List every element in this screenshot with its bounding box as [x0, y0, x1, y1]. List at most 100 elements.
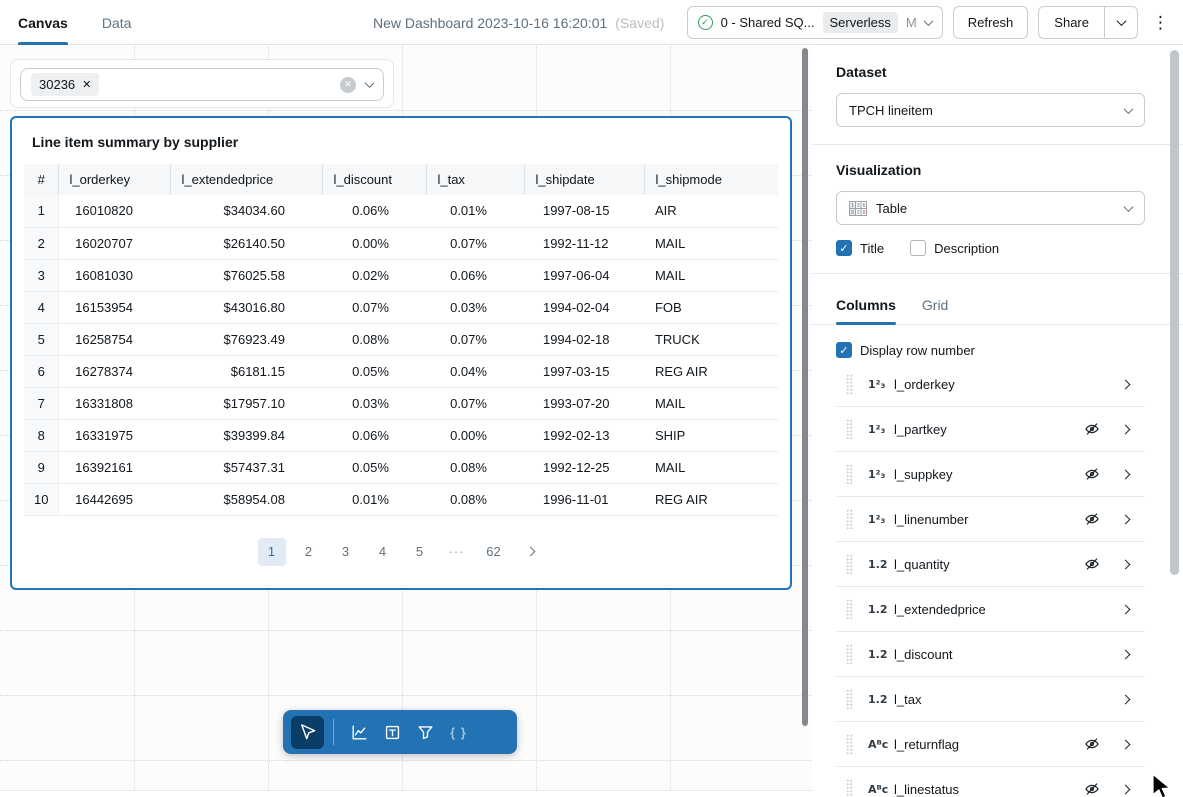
col-header-shipmode[interactable]: l_shipmode [645, 164, 778, 195]
canvas-scrollbar[interactable] [802, 48, 808, 726]
drag-handle-icon[interactable] [846, 599, 853, 619]
clear-all-icon[interactable]: ✕ [340, 77, 356, 93]
panel-tabs: Columns Grid [812, 291, 1183, 325]
tab-grid[interactable]: Grid [922, 291, 948, 324]
column-item-l_linestatus[interactable]: Aᴮᴄl_linestatus [836, 767, 1145, 797]
column-item-l_linenumber[interactable]: 1²₃l_linenumber [836, 497, 1145, 542]
tab-data[interactable]: Data [102, 0, 132, 45]
col-header-orderkey[interactable]: l_orderkey [59, 164, 171, 195]
warehouse-selector[interactable]: ✓ 0 - Shared SQ... Serverless M [687, 6, 943, 39]
refresh-button[interactable]: Refresh [953, 6, 1029, 39]
table-row: 816331975$39399.840.06%0.00%1992-02-13SH… [24, 419, 778, 451]
drag-handle-icon[interactable] [846, 464, 853, 484]
visibility-hidden-icon[interactable] [1084, 736, 1100, 752]
dataset-value: TPCH lineitem [849, 103, 933, 118]
share-button-group: Share [1038, 6, 1138, 39]
visibility-hidden-icon[interactable] [1084, 556, 1100, 572]
col-header-shipdate[interactable]: l_shipdate [525, 164, 645, 195]
add-text-button[interactable] [376, 716, 409, 749]
col-header-extendedprice[interactable]: l_extendedprice [171, 164, 323, 195]
drag-handle-icon[interactable] [846, 689, 853, 709]
chevron-right-icon[interactable] [1121, 649, 1131, 659]
column-item-l_suppkey[interactable]: 1²₃l_suppkey [836, 452, 1145, 497]
visualization-select[interactable]: 1 3 6 5 2 8 Table [836, 191, 1145, 225]
visibility-hidden-icon[interactable] [1084, 511, 1100, 527]
window-scrollbar-thumb[interactable] [1170, 50, 1179, 575]
col-header-tax[interactable]: l_tax [427, 164, 525, 195]
chevron-right-icon[interactable] [1121, 694, 1131, 704]
dashboard-title[interactable]: New Dashboard 2023-10-16 16:20:01 [373, 15, 607, 31]
chevron-right-icon[interactable] [1121, 739, 1131, 749]
chip-remove-icon[interactable]: ✕ [82, 78, 91, 91]
cell-l_tax: 0.03% [427, 291, 525, 323]
display-row-number-label: Display row number [860, 343, 975, 358]
chevron-right-icon[interactable] [1121, 514, 1131, 524]
cursor-icon [298, 722, 318, 742]
column-item-l_quantity[interactable]: 1.2l_quantity [836, 542, 1145, 587]
columns-list: 1²₃l_orderkey1²₃l_partkey1²₃l_suppkey1²₃… [836, 362, 1145, 797]
drag-handle-icon[interactable] [846, 734, 853, 754]
pagination-ellipsis: ··· [443, 538, 471, 566]
decimal-type-icon: 1.2 [868, 558, 894, 571]
dataset-select[interactable]: TPCH lineitem [836, 93, 1145, 127]
tab-canvas[interactable]: Canvas [18, 0, 68, 45]
col-header-rownum[interactable]: # [24, 164, 59, 195]
cell-#: 4 [24, 291, 59, 323]
column-item-l_tax[interactable]: 1.2l_tax [836, 677, 1145, 722]
main-area: 30236 ✕ ✕ Line item summary by supplier … [0, 46, 1183, 797]
page-4[interactable]: 4 [369, 538, 397, 566]
funnel-icon [416, 723, 435, 742]
code-tool-button[interactable]: { } [442, 716, 475, 749]
cell-l_orderkey: 16442695 [59, 483, 171, 515]
share-dropdown-button[interactable] [1104, 7, 1137, 38]
chevron-right-icon[interactable] [1121, 604, 1131, 614]
description-checkbox[interactable] [910, 240, 926, 256]
cell-l_extendedprice: $76923.49 [171, 323, 323, 355]
window-scrollbar-track[interactable] [1168, 46, 1180, 797]
chevron-right-icon[interactable] [1121, 559, 1131, 569]
drag-handle-icon[interactable] [846, 419, 853, 439]
column-item-l_extendedprice[interactable]: 1.2l_extendedprice [836, 587, 1145, 632]
title-checkbox[interactable]: ✓ [836, 240, 852, 256]
chevron-right-icon[interactable] [1121, 784, 1131, 794]
visibility-hidden-icon[interactable] [1084, 421, 1100, 437]
chevron-right-icon[interactable] [1121, 469, 1131, 479]
add-visualization-button[interactable] [343, 716, 376, 749]
share-button[interactable]: Share [1039, 7, 1104, 38]
page-62[interactable]: 62 [480, 538, 508, 566]
chevron-right-icon[interactable] [1121, 379, 1131, 389]
visualization-value: Table [876, 201, 907, 216]
drag-handle-icon[interactable] [846, 554, 853, 574]
filter-input[interactable]: 30236 ✕ ✕ [20, 68, 384, 101]
drag-handle-icon[interactable] [846, 374, 853, 394]
column-label: l_quantity [894, 557, 1084, 572]
chevron-down-icon[interactable] [365, 78, 375, 88]
table-widget[interactable]: Line item summary by supplier # l_orderk… [10, 116, 792, 590]
kebab-menu-icon[interactable]: ⋮ [1152, 14, 1169, 31]
chevron-right-icon[interactable] [1121, 424, 1131, 434]
cell-l_tax: 0.07% [427, 323, 525, 355]
drag-handle-icon[interactable] [846, 779, 853, 797]
dashboard-editor-window: Canvas Data New Dashboard 2023-10-16 16:… [0, 0, 1183, 797]
column-item-l_orderkey[interactable]: 1²₃l_orderkey [836, 362, 1145, 407]
filter-widget[interactable]: 30236 ✕ ✕ [10, 59, 394, 108]
display-row-number-checkbox[interactable]: ✓ [836, 342, 852, 358]
page-2[interactable]: 2 [295, 538, 323, 566]
column-item-l_discount[interactable]: 1.2l_discount [836, 632, 1145, 677]
tab-columns[interactable]: Columns [836, 291, 896, 324]
pagination-next[interactable] [517, 538, 545, 566]
select-tool-button[interactable] [291, 716, 324, 749]
cell-l_tax: 0.08% [427, 451, 525, 483]
visibility-hidden-icon[interactable] [1084, 466, 1100, 482]
column-item-l_partkey[interactable]: 1²₃l_partkey [836, 407, 1145, 452]
page-1[interactable]: 1 [258, 538, 286, 566]
canvas[interactable]: 30236 ✕ ✕ Line item summary by supplier … [0, 46, 812, 791]
column-item-l_returnflag[interactable]: Aᴮᴄl_returnflag [836, 722, 1145, 767]
drag-handle-icon[interactable] [846, 644, 853, 664]
drag-handle-icon[interactable] [846, 509, 853, 529]
add-filter-button[interactable] [409, 716, 442, 749]
page-3[interactable]: 3 [332, 538, 360, 566]
page-5[interactable]: 5 [406, 538, 434, 566]
visibility-hidden-icon[interactable] [1084, 781, 1100, 797]
col-header-discount[interactable]: l_discount [323, 164, 427, 195]
